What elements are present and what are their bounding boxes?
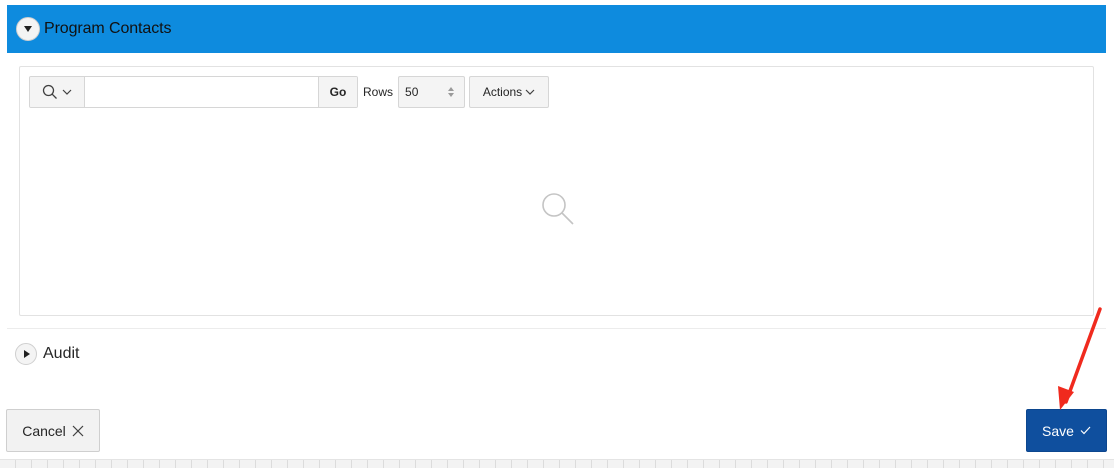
select-arrows-icon (448, 87, 455, 97)
actions-label: Actions (482, 85, 523, 99)
close-icon (72, 425, 84, 436)
search-input[interactable] (85, 77, 318, 107)
report-toolbar: Go Rows 50 Actions (29, 76, 550, 108)
interactive-report: Go Rows 50 Actions (19, 66, 1094, 316)
region-title: Program Contacts (44, 20, 172, 37)
check-icon (1080, 426, 1091, 435)
search-icon (42, 84, 57, 99)
search-group: Go (29, 76, 358, 108)
actions-menu-button[interactable]: Actions (469, 76, 550, 108)
rows-label: Rows (363, 85, 394, 99)
search-column-menu-button[interactable] (30, 77, 85, 107)
triangle-right-icon (24, 350, 30, 358)
empty-state-search-icon (542, 193, 574, 225)
chevron-down-icon (525, 89, 535, 95)
cancel-button[interactable]: Cancel (6, 409, 100, 452)
go-button[interactable]: Go (318, 77, 357, 107)
cancel-label: Cancel (22, 422, 66, 439)
audit-expand-toggle[interactable] (15, 343, 37, 365)
program-contacts-region-header: Program Contacts (7, 5, 1106, 53)
page: Program Contacts Go Rows 50 Actions Audi… (0, 0, 1114, 468)
rows-value: 50 (405, 85, 419, 99)
section-divider (7, 328, 1106, 329)
save-label: Save (1042, 422, 1074, 439)
audit-region-header: Audit (7, 341, 79, 367)
audit-title: Audit (43, 345, 80, 362)
triangle-down-icon (24, 26, 32, 32)
region-collapse-toggle[interactable] (16, 17, 40, 41)
chevron-down-icon (62, 89, 72, 95)
rows-per-page-select[interactable]: 50 (398, 76, 466, 108)
bottom-ruler (0, 459, 1114, 468)
annotation-arrow (1058, 307, 1102, 410)
